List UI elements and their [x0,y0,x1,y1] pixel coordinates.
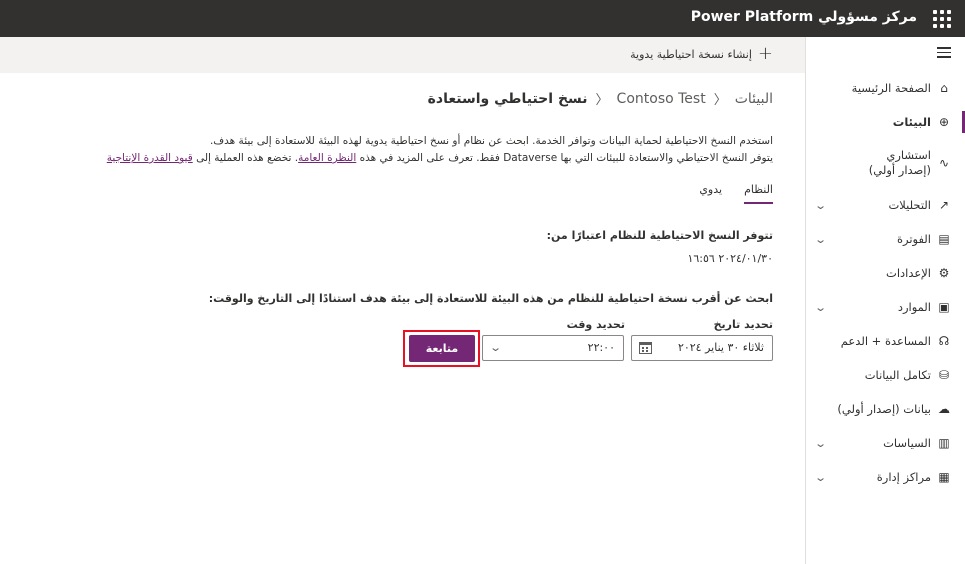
billing-icon: ▤ [938,232,950,246]
tab-manual[interactable]: يدوي [699,183,722,204]
sidebar-item-label: استشاري (إصدار أولي) [868,148,931,177]
gear-icon: ⚙ [938,266,950,280]
hamburger-menu-icon[interactable] [937,47,951,59]
sidebar-item-label: تكامل البيانات [864,368,931,382]
select-time-label: تحديد وقت [566,318,625,331]
sidebar-item-label: البيئات [892,115,931,129]
description: استخدم النسخ الاحتياطية لحماية البيانات … [33,133,773,167]
plus-icon: + [757,43,773,64]
sidebar-item-label: الفوترة [896,232,931,246]
tab-system[interactable]: النظام [744,183,773,204]
chevron-down-icon[interactable]: ⌄ [814,437,827,450]
create-manual-backup-label: إنشاء نسخة احتياطية يدوية [630,47,752,61]
backup-tabs: النظام يدوي [677,183,773,204]
sidebar-item-data-preview[interactable]: ☁ بيانات (إصدار أولي) [806,394,965,424]
chevron-down-icon[interactable]: ⌄ [814,233,827,246]
throughput-limits-link[interactable]: قيود القدرة الإنتاجية [107,152,193,164]
resources-icon: ▣ [938,300,950,314]
sidebar-item-label: المساعدة + الدعم [840,334,931,348]
description-line-1: استخدم النسخ الاحتياطية لحماية البيانات … [209,135,773,147]
overview-link[interactable]: النظرة العامة [298,152,356,164]
headset-icon: ☊ [938,334,950,348]
sidebar-item-resources[interactable]: ▣ الموارد ⌄ [806,292,965,322]
availability-date: ٢٠٢٤/٠١/٣٠ ١٦:٥٦ [687,252,773,265]
create-manual-backup-button[interactable]: + إنشاء نسخة احتياطية يدوية [630,43,773,64]
continue-button[interactable]: متابعة [409,335,475,362]
sidebar-item-analytics[interactable]: ↗ التحليلات ⌄ [806,190,965,220]
sidebar-item-label: التحليلات [888,198,931,212]
chevron-left-icon: 〈 [713,93,727,108]
sidebar-nav: ⌂ الصفحة الرئيسية ⊕ البيئات ∿ استشاري (إ… [805,37,965,564]
sidebar-item-label: الإعدادات [886,266,931,280]
breadcrumb-environments[interactable]: البيئات [735,91,773,107]
main-content: + إنشاء نسخة احتياطية يدوية البيئات 〈 Co… [0,37,805,564]
sidebar-item-label: السياسات [883,436,931,450]
date-value: ثلاثاء ٣٠ يناير ٢٠٢٤ [677,341,764,354]
data-integration-icon: ⛁ [938,368,950,382]
command-bar: + إنشاء نسخة احتياطية يدوية [0,37,805,73]
chevron-down-icon[interactable]: ⌄ [814,471,827,484]
sidebar-item-label: الموارد [897,300,931,314]
chevron-down-icon[interactable]: ⌄ [489,341,502,354]
admin-centers-icon: ▦ [938,470,950,484]
chevron-down-icon[interactable]: ⌄ [814,301,827,314]
sidebar-item-settings[interactable]: ⚙ الإعدادات [806,258,965,288]
sidebar-item-advisor[interactable]: ∿ استشاري (إصدار أولي) [806,141,965,185]
description-text: . تخضع هذه العملية إلى [196,152,299,164]
pulse-icon: ∿ [938,156,950,170]
top-bar: مركز مسؤولي Power Platform [0,0,965,37]
availability-heading: تتوفر النسخ الاحتياطية للنظام اعتبارًا م… [546,229,773,242]
home-icon: ⌂ [940,81,948,95]
chart-icon: ↗ [938,198,950,212]
sidebar-item-data-integration[interactable]: ⛁ تكامل البيانات [806,360,965,390]
sidebar-item-help-support[interactable]: ☊ المساعدة + الدعم [806,326,965,356]
globe-icon: ⊕ [938,115,950,129]
data-preview-icon: ☁ [938,402,950,416]
sidebar-item-policies[interactable]: ▥ السياسات ⌄ [806,428,965,458]
time-value: ٢٢:٠٠ [587,341,615,354]
sidebar-item-label: بيانات (إصدار أولي) [837,402,931,416]
app-title[interactable]: مركز مسؤولي Power Platform [691,9,917,25]
sidebar-item-billing[interactable]: ▤ الفوترة ⌄ [806,224,965,254]
sidebar-item-label: الصفحة الرئيسية [851,81,931,95]
time-dropdown[interactable]: ٢٢:٠٠ ⌄ [482,335,624,361]
sidebar-item-label: مراكز إدارة [876,470,931,484]
select-date-label: تحديد تاريخ [713,318,773,331]
breadcrumb-environment-name[interactable]: Contoso Test [617,91,706,107]
app-launcher-icon[interactable] [933,10,951,28]
chevron-left-icon: 〈 [595,93,609,108]
description-line-2: يتوفر النسخ الاحتياطي والاستعادة للبيئات… [33,150,773,167]
breadcrumb: البيئات 〈 Contoso Test 〈 نسخ احتياطي واس… [427,89,773,109]
sidebar-item-admin-centers[interactable]: ▦ مراكز إدارة ⌄ [806,462,965,492]
page-title: نسخ احتياطي واستعادة [427,90,588,107]
find-backup-heading: ابحث عن أقرب نسخة احتياطية للنظام من هذه… [208,292,773,305]
sidebar-item-environments[interactable]: ⊕ البيئات [806,107,965,137]
calendar-icon[interactable] [639,342,652,354]
date-picker[interactable]: ثلاثاء ٣٠ يناير ٢٠٢٤ [631,335,773,361]
policies-icon: ▥ [938,436,950,450]
sidebar-item-home[interactable]: ⌂ الصفحة الرئيسية [806,73,965,103]
chevron-down-icon[interactable]: ⌄ [814,199,827,212]
description-text: يتوفر النسخ الاحتياطي والاستعادة للبيئات… [359,152,773,164]
